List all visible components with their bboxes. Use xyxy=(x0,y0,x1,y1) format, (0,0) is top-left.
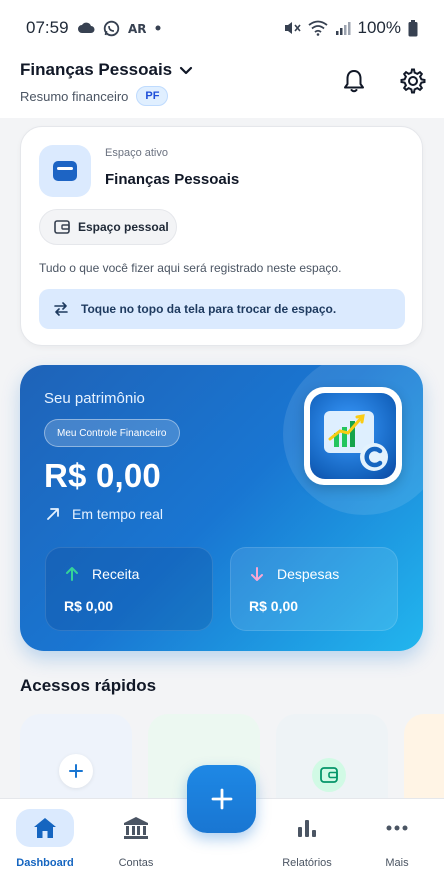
app-logo xyxy=(304,387,402,485)
cloud-icon xyxy=(77,21,95,35)
wealth-amount: R$ 0,00 xyxy=(44,457,161,494)
nav-contas[interactable]: Contas xyxy=(107,799,165,879)
workspace-subtitle: Resumo financeiro xyxy=(20,88,129,104)
nav-contas-icon-wrap xyxy=(107,809,165,847)
wallet-circle xyxy=(312,758,346,792)
space-caption: Espaço ativo xyxy=(105,147,168,159)
expenses-card[interactable]: Despesas R$ 0,00 xyxy=(230,547,398,631)
settings-button[interactable] xyxy=(398,66,428,96)
switch-space-hint: Toque no topo da tela para trocar de esp… xyxy=(39,289,405,329)
workspace-title[interactable]: Finanças Pessoais xyxy=(20,60,172,80)
nav-dashboard-label: Dashboard xyxy=(16,857,74,869)
trend-up-arrow-icon xyxy=(46,507,60,521)
quick-access-title: Acessos rápidos xyxy=(20,676,157,695)
plus-icon xyxy=(210,787,234,811)
income-card[interactable]: Receita R$ 0,00 xyxy=(45,547,213,631)
space-name: Finanças Pessoais xyxy=(105,171,240,188)
space-description: Tudo o que você fizer aqui será registra… xyxy=(39,261,342,275)
expenses-header: Despesas xyxy=(249,566,339,582)
realtime-indicator: Em tempo real xyxy=(46,506,163,522)
realtime-label: Em tempo real xyxy=(72,506,164,522)
wealth-title: Seu patrimônio xyxy=(44,390,145,407)
income-header: Receita xyxy=(64,566,139,582)
arrow-down-icon xyxy=(249,566,265,582)
nav-mais-icon-wrap xyxy=(368,809,426,847)
expenses-value: R$ 0,00 xyxy=(249,598,299,614)
nav-mais-label: Mais xyxy=(385,857,409,869)
quick-access-item-add[interactable] xyxy=(20,714,132,804)
plus-icon xyxy=(68,763,84,779)
nav-mais[interactable]: Mais xyxy=(368,799,426,879)
active-space-card: Espaço ativo Finanças Pessoais Espaço pe… xyxy=(20,126,423,346)
nav-relatorios-icon-wrap xyxy=(278,809,336,847)
wifi-icon xyxy=(307,20,328,36)
space-type-chip[interactable]: Espaço pessoal xyxy=(39,209,177,245)
workspace-type-badge: PF xyxy=(136,86,169,106)
more-icon xyxy=(386,825,408,831)
workspace-subtitle-row: Resumo financeiro PF xyxy=(20,86,169,106)
wallet-icon xyxy=(320,767,338,783)
ar-icon: AR xyxy=(128,21,146,35)
mute-icon xyxy=(283,20,301,36)
dot-icon xyxy=(154,24,162,32)
bell-icon[interactable] xyxy=(342,68,366,94)
app-header: Finanças Pessoais Resumo financeiro PF xyxy=(0,56,444,118)
nav-relatorios-label: Relatórios xyxy=(282,857,332,869)
space-type-label: Espaço pessoal xyxy=(78,220,169,234)
arrow-up-icon xyxy=(64,566,80,582)
income-label: Receita xyxy=(92,566,140,582)
status-bar: 07:59 AR 100% xyxy=(0,0,444,56)
whatsapp-icon xyxy=(103,20,120,37)
wallet-icon xyxy=(52,160,78,182)
battery-icon xyxy=(408,19,418,37)
swap-arrows-icon xyxy=(53,302,69,316)
switch-space-hint-text: Toque no topo da tela para trocar de esp… xyxy=(81,302,337,316)
add-transaction-fab[interactable] xyxy=(187,765,256,833)
income-value: R$ 0,00 xyxy=(64,598,114,614)
add-circle xyxy=(59,754,93,788)
status-right: 100% xyxy=(283,18,418,38)
wealth-account-pill[interactable]: Meu Controle Financeiro xyxy=(44,419,180,447)
app-logo-art xyxy=(310,393,396,479)
status-left: 07:59 AR xyxy=(26,18,162,38)
signal-icon xyxy=(335,20,351,36)
battery-percent: 100% xyxy=(357,18,401,37)
quick-access-item-wallet[interactable] xyxy=(276,714,388,804)
bar-chart-icon xyxy=(296,818,318,838)
bank-icon xyxy=(123,816,149,840)
chevron-down-icon[interactable] xyxy=(178,62,194,78)
nav-contas-label: Contas xyxy=(118,857,154,869)
wealth-card: Seu patrimônio Meu Controle Financeiro R… xyxy=(20,365,423,651)
nav-dashboard-icon-wrap xyxy=(16,809,74,847)
status-time: 07:59 xyxy=(26,18,69,37)
space-icon-box xyxy=(39,145,91,197)
notifications-button[interactable] xyxy=(339,66,369,96)
quick-access-item-4[interactable] xyxy=(404,714,444,804)
expenses-label: Despesas xyxy=(277,566,340,582)
gear-icon[interactable] xyxy=(400,68,426,94)
svg-text:AR: AR xyxy=(128,22,146,35)
wallet-outline-icon xyxy=(54,220,70,234)
home-icon xyxy=(33,817,57,839)
nav-dashboard[interactable]: Dashboard xyxy=(16,799,74,879)
nav-relatorios[interactable]: Relatórios xyxy=(278,799,336,879)
workspace-switcher[interactable]: Finanças Pessoais xyxy=(20,60,194,80)
